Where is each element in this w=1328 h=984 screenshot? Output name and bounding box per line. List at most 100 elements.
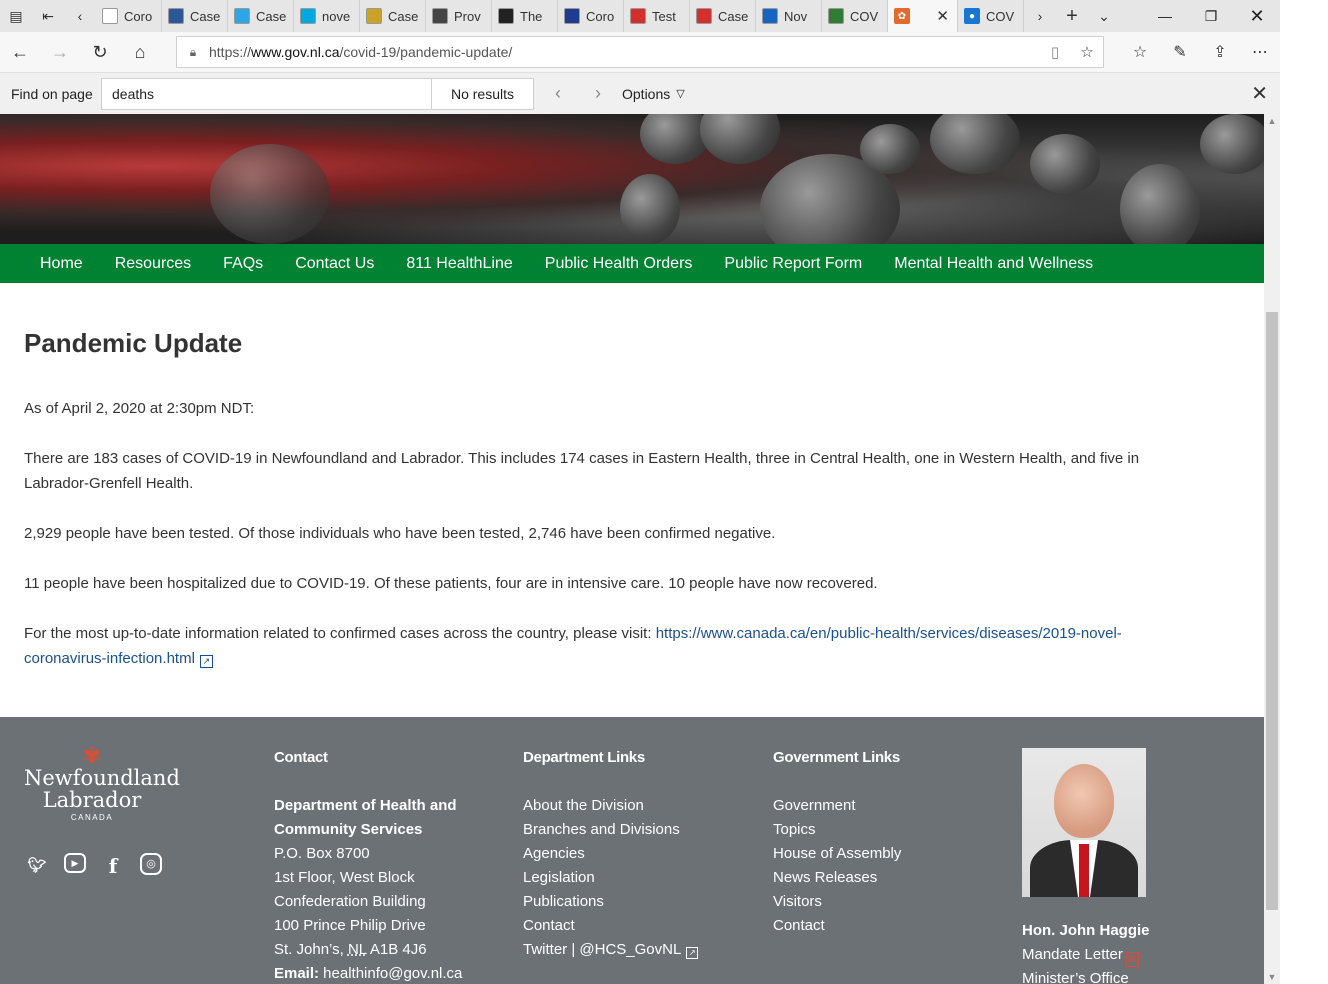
nav-faqs[interactable]: FAQs [207, 255, 279, 273]
minister-office-link[interactable]: Minister’s Office [1022, 967, 1150, 984]
find-label: Find on page [11, 85, 93, 102]
minister-info: Hon. John Haggie Mandate Letter ▤ Ministe… [1022, 919, 1150, 984]
reading-view-icon[interactable]: ▯ [1039, 43, 1071, 61]
nl-favicon-icon: ✿ [894, 8, 910, 24]
tab[interactable]: COV [822, 0, 888, 32]
favorites-hub-icon[interactable]: ☆ [1120, 32, 1160, 72]
tab[interactable]: Coro [96, 0, 162, 32]
pitcher-plant-icon: ✾ [82, 743, 102, 768]
browser-toolbar: ← → ↻ ⌂ 🔒︎ https://www.gov.nl.ca/covid-1… [0, 32, 1280, 72]
cases-paragraph: There are 183 cases of COVID-19 in Newfo… [24, 450, 1140, 492]
nav-contact-us[interactable]: Contact Us [279, 255, 390, 273]
footer-link[interactable]: Government [773, 794, 901, 818]
twitter-icon[interactable]: 🐦︎ [24, 853, 50, 879]
nav-public-report-form[interactable]: Public Report Form [708, 255, 878, 273]
facebook-icon[interactable]: f [100, 853, 126, 879]
home-icon[interactable]: ⌂ [120, 32, 160, 72]
find-status: No results [432, 77, 534, 110]
tab-favicon-icon [300, 8, 316, 24]
tab-favicon-icon [696, 8, 712, 24]
footer-link[interactable]: About the Division [523, 794, 698, 818]
address-bar[interactable]: 🔒︎ https://www.gov.nl.ca/covid-19/pandem… [176, 36, 1104, 68]
scroll-up-icon[interactable]: ▲ [1264, 116, 1280, 126]
back-icon[interactable]: ← [0, 32, 40, 72]
minister-photo [1022, 748, 1146, 897]
tab[interactable]: Coro [558, 0, 624, 32]
hospitalized-paragraph: 11 people have been hospitalized due to … [24, 575, 878, 592]
new-tab-icon[interactable]: + [1056, 0, 1088, 32]
tab-favicon-icon [564, 8, 580, 24]
tab[interactable]: Case [360, 0, 426, 32]
minimize-icon[interactable]: — [1142, 0, 1188, 32]
pen-icon[interactable]: ✎ [1160, 32, 1200, 72]
find-options-button[interactable]: Options ▽ [622, 86, 685, 102]
tab-favicon-icon [168, 8, 184, 24]
web-page: Home Resources FAQs Contact Us 811 Healt… [0, 114, 1264, 984]
footer-link[interactable]: Agencies [523, 842, 698, 866]
main-content: Pandemic Update As of April 2, 2020 at 2… [24, 283, 1204, 696]
find-previous-icon[interactable]: ‹ [538, 83, 578, 104]
find-next-icon[interactable]: › [578, 83, 618, 104]
scroll-tabs-left-icon[interactable]: ‹ [64, 0, 96, 32]
tab-actions-icon[interactable]: ▤ [0, 0, 32, 32]
find-bar: Find on page deaths No results ‹ › Optio… [0, 72, 1280, 114]
set-tabs-aside-icon[interactable]: ⇤ [32, 0, 64, 32]
scroll-tabs-right-icon[interactable]: › [1024, 0, 1056, 32]
footer-link[interactable]: Topics [773, 818, 901, 842]
tab[interactable]: ● COV [958, 0, 1024, 32]
mandate-letter-link[interactable]: Mandate Letter [1022, 946, 1123, 963]
update-date: As of April 2, 2020 at 2:30pm NDT: [24, 400, 255, 417]
footer-link[interactable]: Contact [773, 914, 901, 938]
footer-link[interactable]: Contact [523, 914, 698, 938]
tab-favicon-icon [432, 8, 448, 24]
nl-logo[interactable]: ✾ Newfoundland Labrador CANADA [24, 743, 180, 825]
tab-favicon-icon [102, 8, 118, 24]
pdf-icon: ▤ [1125, 952, 1139, 967]
tab[interactable]: nove [294, 0, 360, 32]
more-icon[interactable]: ⋯ [1240, 32, 1280, 72]
tab-list-chevron-icon[interactable]: ⌄ [1088, 0, 1120, 32]
email-link[interactable]: healthinfo@gov.nl.ca [319, 965, 462, 982]
footer-link[interactable]: House of Assembly [773, 842, 901, 866]
window-close-icon[interactable]: ✕ [1234, 0, 1280, 32]
address-url[interactable]: https://www.gov.nl.ca/covid-19/pandemic-… [209, 44, 1039, 60]
nav-resources[interactable]: Resources [99, 255, 207, 273]
tab[interactable]: The [492, 0, 558, 32]
footer-link[interactable]: Publications [523, 890, 698, 914]
tab-favicon-icon [828, 8, 844, 24]
nav-home[interactable]: Home [24, 255, 99, 273]
footer-link[interactable]: News Releases [773, 866, 901, 890]
tab[interactable]: Case [228, 0, 294, 32]
tab[interactable]: Test [624, 0, 690, 32]
site-main-nav: Home Resources FAQs Contact Us 811 Healt… [0, 244, 1264, 283]
share-icon[interactable]: ⇪ [1200, 32, 1240, 72]
nav-811-healthline[interactable]: 811 HealthLine [390, 255, 528, 273]
nav-public-health-orders[interactable]: Public Health Orders [529, 255, 709, 273]
find-input[interactable]: deaths [101, 77, 432, 110]
twitter-link[interactable]: Twitter | @HCS_GovNL [523, 941, 681, 958]
scroll-down-icon[interactable]: ▼ [1264, 972, 1280, 982]
tab[interactable]: Case [690, 0, 756, 32]
restore-icon[interactable]: ❐ [1188, 0, 1234, 32]
page-scrollbar[interactable]: ▲ ▼ [1264, 114, 1280, 984]
footer-government-links: Government Links Government Topics House… [773, 746, 901, 938]
youtube-icon[interactable]: ▶ [64, 853, 86, 873]
footer-link[interactable]: Branches and Divisions [523, 818, 698, 842]
find-close-icon[interactable]: ✕ [1251, 81, 1268, 106]
tab-favicon-icon [234, 8, 250, 24]
close-tab-icon[interactable]: ✕ [936, 7, 949, 25]
nav-mental-health[interactable]: Mental Health and Wellness [878, 255, 1109, 273]
footer-link[interactable]: Legislation [523, 866, 698, 890]
tab[interactable]: Nov [756, 0, 822, 32]
instagram-icon[interactable]: ◎ [140, 853, 162, 875]
footer-link[interactable]: Visitors [773, 890, 901, 914]
chevron-down-icon: ▽ [676, 88, 685, 100]
scroll-thumb[interactable] [1266, 312, 1278, 910]
tab[interactable]: Case [162, 0, 228, 32]
page-title: Pandemic Update [24, 328, 243, 358]
favorite-star-icon[interactable]: ☆ [1071, 43, 1103, 61]
tab[interactable]: Prov [426, 0, 492, 32]
active-tab[interactable]: ✿ ✕ [888, 0, 958, 32]
refresh-icon[interactable]: ↻ [80, 32, 120, 72]
forward-icon[interactable]: → [40, 32, 80, 72]
